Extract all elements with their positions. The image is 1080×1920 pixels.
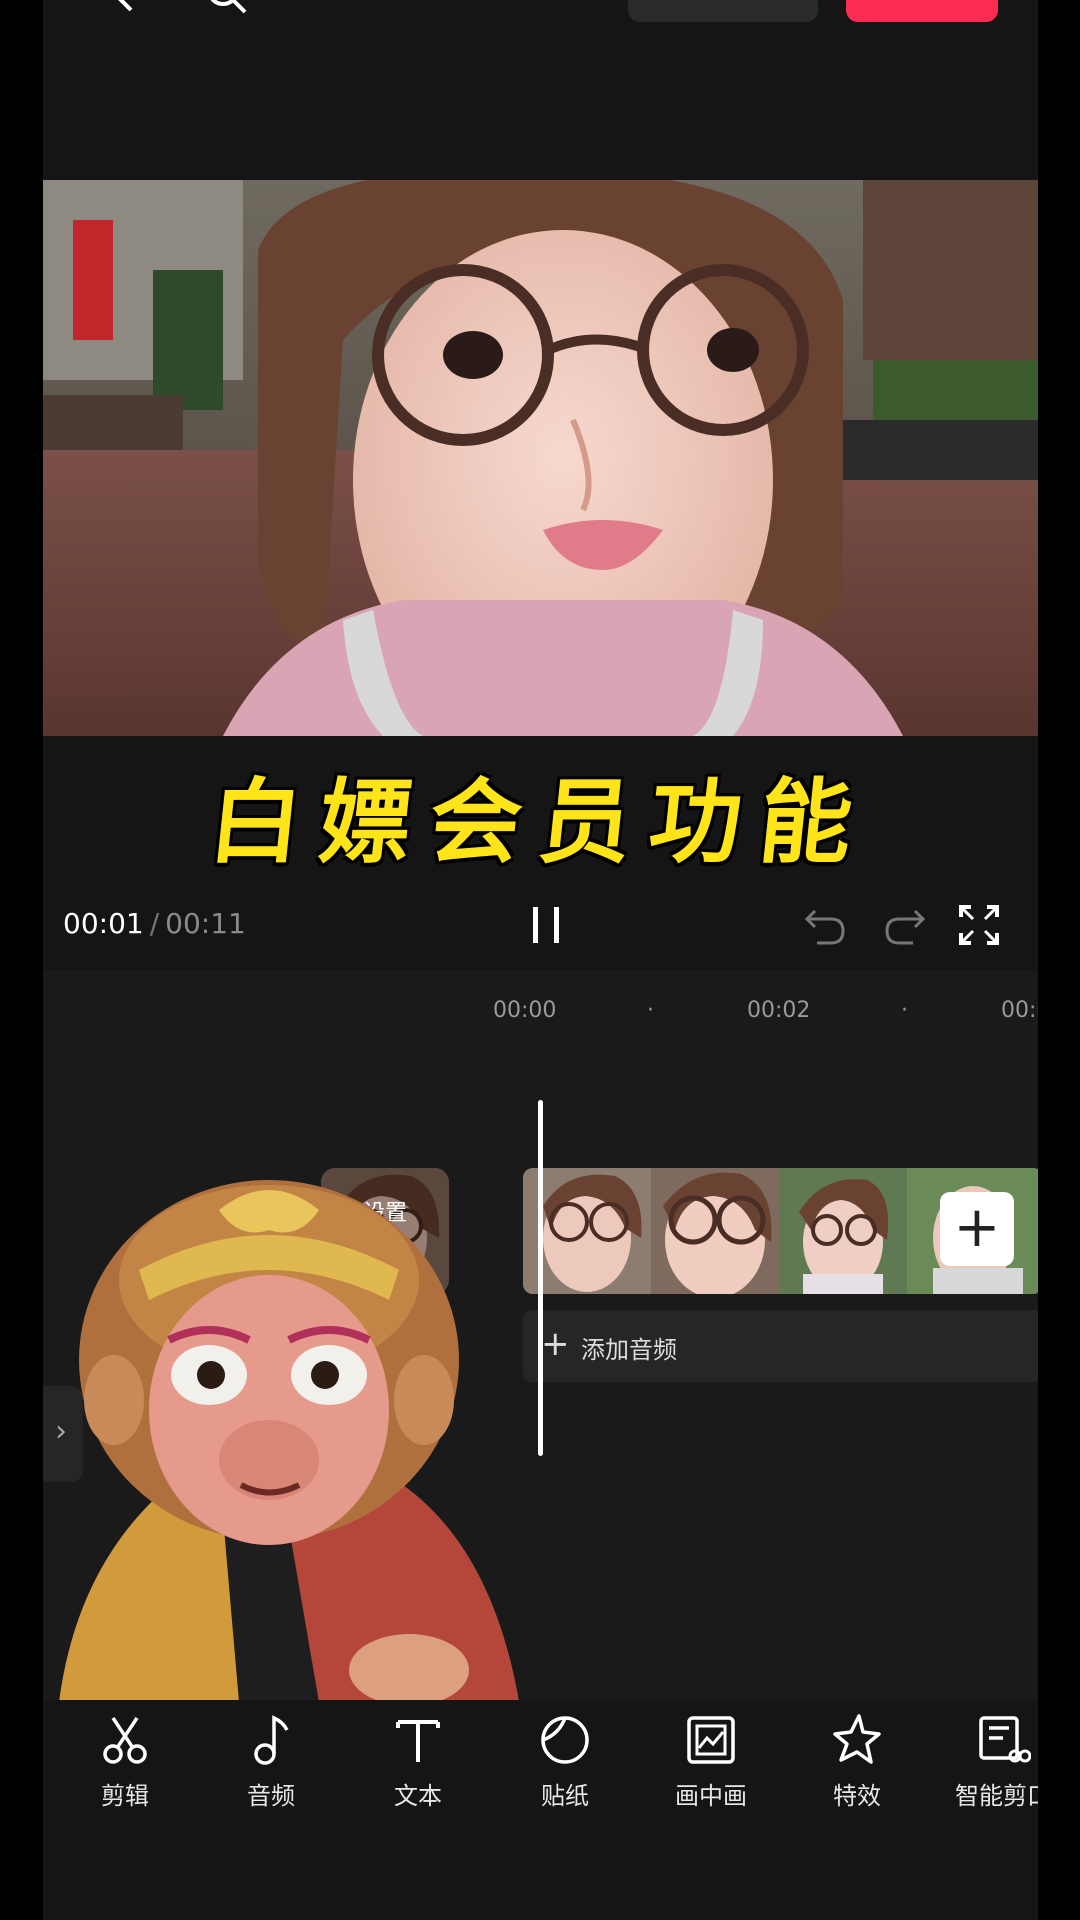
text-icon bbox=[396, 1720, 440, 1762]
add-audio-label: 添加音频 bbox=[581, 1336, 677, 1364]
time-ruler[interactable]: 00:00 · 00:02 · 00:0 bbox=[43, 998, 1038, 1038]
music-note-icon bbox=[254, 1715, 289, 1765]
video-frame-image bbox=[43, 180, 1038, 736]
pause-icon[interactable] bbox=[521, 897, 571, 953]
toolbar-item-audio[interactable]: 音频 bbox=[211, 1700, 331, 1811]
resolution-button[interactable] bbox=[628, 0, 818, 22]
timecode: 00:01/00:11 bbox=[63, 907, 246, 940]
toolbar-item-sticker[interactable]: 贴纸 bbox=[505, 1700, 625, 1811]
ruler-dot: · bbox=[901, 998, 908, 1023]
total-time: 00:11 bbox=[165, 907, 246, 940]
bottom-toolbar: 剪辑 音频 文本 贴纸 画中画 特效 智能剪口 bbox=[43, 1700, 1038, 1920]
toolbar-label: 剪辑 bbox=[101, 1782, 149, 1810]
add-audio-button[interactable]: + 添加音频 bbox=[523, 1310, 1038, 1382]
time-separator: / bbox=[149, 907, 160, 940]
toolbar-label: 文本 bbox=[394, 1782, 442, 1810]
smart-cut-icon bbox=[979, 1716, 1031, 1763]
toolbar-label: 智能剪口 bbox=[955, 1782, 1038, 1810]
clip-frame bbox=[651, 1168, 779, 1294]
ruler-tick: 00:02 bbox=[747, 998, 811, 1023]
plus-icon: + bbox=[541, 1324, 570, 1364]
toolbar-item-pip[interactable]: 画中画 bbox=[651, 1700, 771, 1811]
top-bar bbox=[43, 0, 1038, 170]
monkey-king-overlay-image bbox=[59, 1180, 519, 1702]
video-preview[interactable] bbox=[43, 180, 1038, 736]
add-clip-button[interactable]: + bbox=[940, 1192, 1014, 1266]
ruler-dot: · bbox=[647, 998, 654, 1023]
toolbar-item-edit[interactable]: 剪辑 bbox=[65, 1700, 185, 1811]
toolbar-item-text[interactable]: 文本 bbox=[358, 1700, 478, 1811]
fullscreen-icon[interactable] bbox=[955, 901, 1003, 949]
toolbar-item-effects[interactable]: 特效 bbox=[797, 1700, 917, 1811]
search-icon[interactable] bbox=[203, 0, 249, 16]
export-button[interactable] bbox=[846, 0, 998, 22]
video-caption: 白嫖会员功能 bbox=[204, 769, 876, 876]
ruler-tick: 00:00 bbox=[493, 998, 557, 1023]
scissors-icon bbox=[103, 1717, 147, 1764]
picture-in-picture-icon bbox=[687, 1716, 735, 1764]
toolbar-label: 音频 bbox=[247, 1782, 295, 1810]
current-time: 00:01 bbox=[63, 907, 144, 940]
video-editor-app: 白嫖会员功能 00:01/00:11 00:00 · 00:02 · 00:0 bbox=[43, 0, 1038, 1920]
clip-frame bbox=[779, 1168, 907, 1294]
redo-icon[interactable] bbox=[879, 901, 929, 949]
ruler-tick: 00:0 bbox=[1001, 998, 1038, 1023]
star-effect-icon bbox=[833, 1714, 881, 1764]
undo-icon[interactable] bbox=[801, 901, 851, 949]
toolbar-label: 特效 bbox=[833, 1782, 881, 1810]
back-icon[interactable] bbox=[101, 0, 145, 16]
toolbar-label: 画中画 bbox=[675, 1782, 747, 1810]
playback-controls: 00:01/00:11 bbox=[43, 885, 1038, 965]
toolbar-label: 贴纸 bbox=[541, 1782, 589, 1810]
sticker-icon bbox=[541, 1716, 589, 1764]
toolbar-item-smart-cut[interactable]: 智能剪口 bbox=[943, 1700, 1038, 1811]
